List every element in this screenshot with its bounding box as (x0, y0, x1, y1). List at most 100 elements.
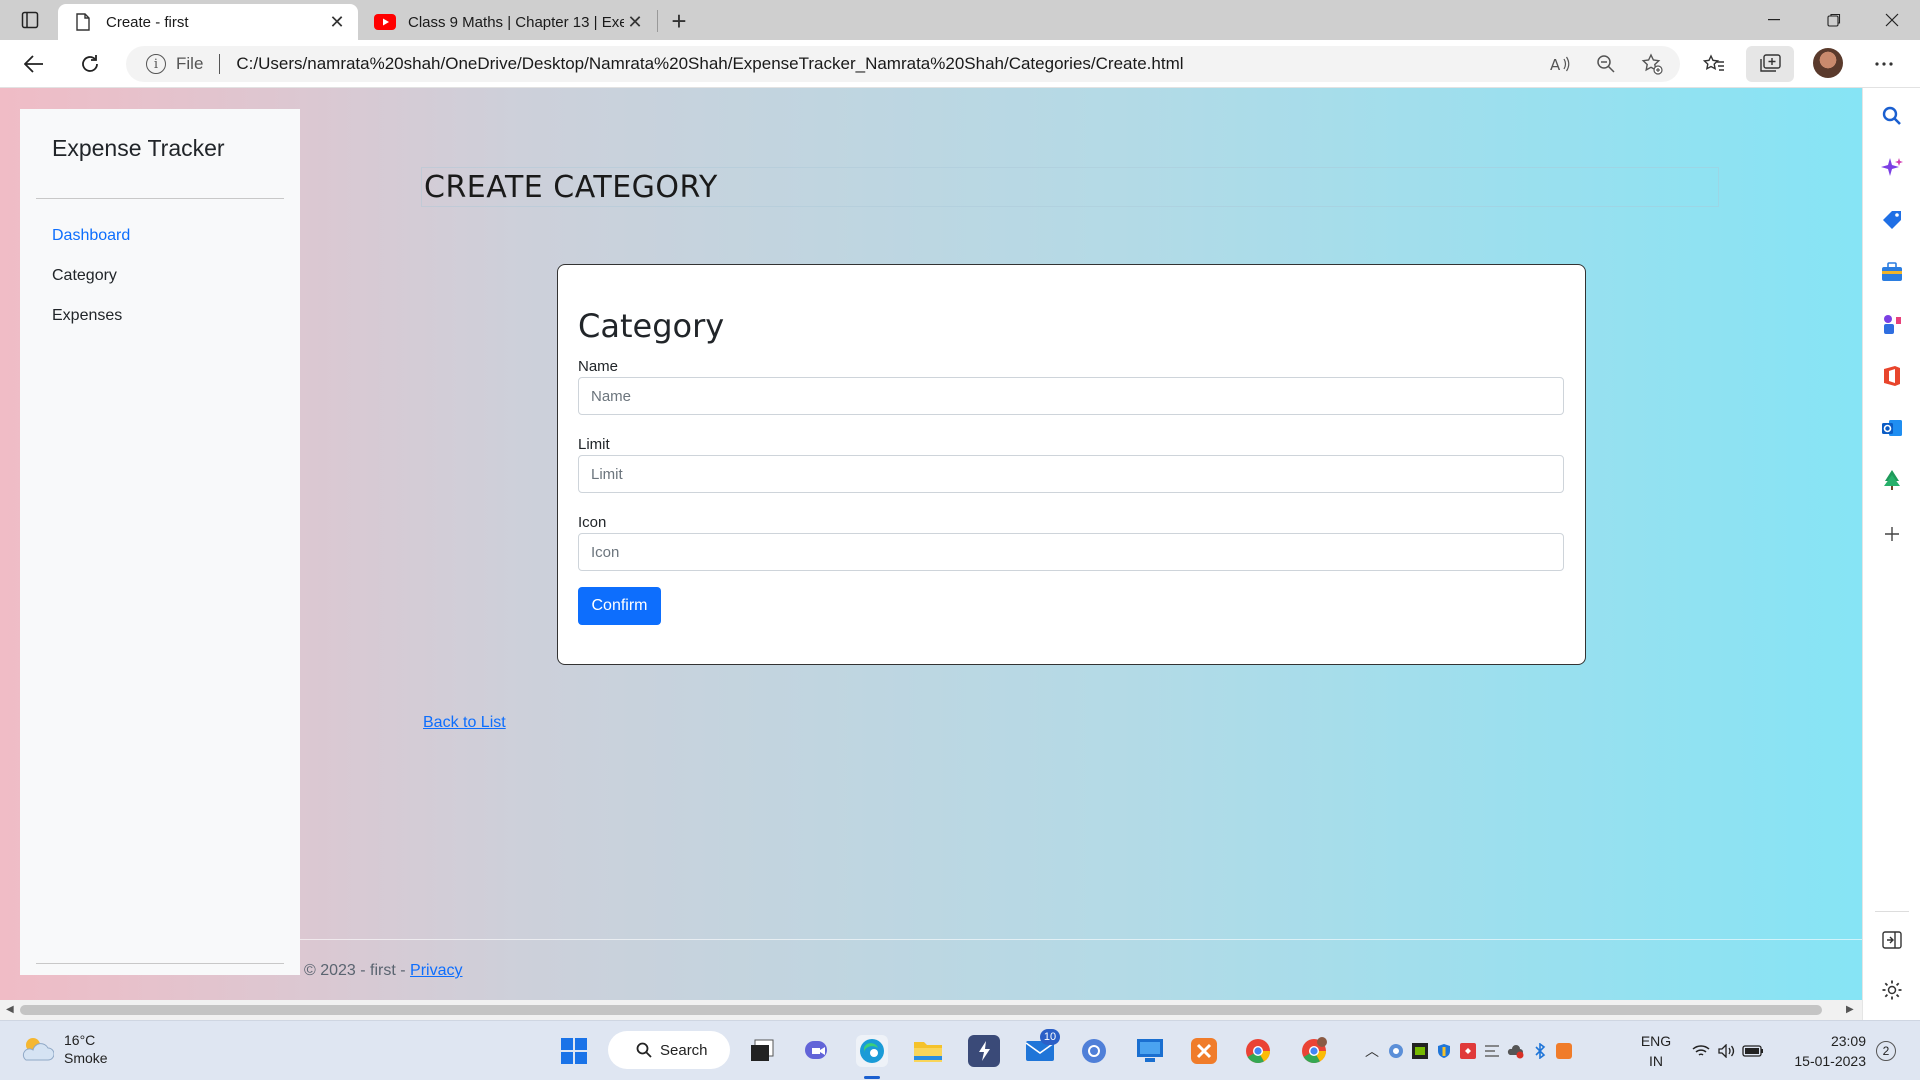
chrome-profile-icon[interactable] (1298, 1035, 1330, 1067)
confirm-button[interactable]: Confirm (578, 587, 661, 625)
tab-youtube[interactable]: Class 9 Maths | Chapter 13 | Exer ✕ (360, 4, 656, 40)
onedrive-error-icon[interactable] (1504, 1043, 1528, 1059)
chrome-icon[interactable] (1242, 1035, 1274, 1067)
tab-actions-icon[interactable] (14, 8, 46, 32)
chrome-canary-icon[interactable] (1078, 1035, 1110, 1067)
collections-icon[interactable] (1746, 46, 1794, 82)
games-icon[interactable] (1880, 312, 1904, 336)
address-divider (219, 54, 221, 74)
name-input[interactable] (578, 377, 1564, 415)
favorite-star-icon[interactable] (1636, 48, 1668, 80)
refresh-icon[interactable] (74, 48, 106, 80)
edge-browser-icon[interactable] (856, 1035, 888, 1067)
quick-settings[interactable] (1688, 1021, 1766, 1080)
close-tab-icon[interactable]: ✕ (624, 11, 646, 33)
favorites-list-icon[interactable] (1698, 48, 1730, 80)
weather-cloud-icon (22, 1038, 54, 1061)
sidebar-item-dashboard[interactable]: Dashboard (52, 225, 130, 265)
lang-line1: ENG (1640, 1033, 1672, 1049)
wifi-icon (1688, 1044, 1714, 1058)
scroll-left-icon[interactable]: ◀ (6, 1004, 14, 1015)
battery-icon (1740, 1045, 1766, 1057)
svg-text:A: A (1550, 56, 1561, 73)
notification-count[interactable]: 2 (1876, 1041, 1896, 1061)
tree-icon[interactable] (1880, 468, 1904, 492)
zoom-out-icon[interactable] (1590, 48, 1622, 80)
hide-sidebar-icon[interactable] (1880, 928, 1904, 952)
weather-desc: Smoke (64, 1050, 108, 1066)
icon-input[interactable] (578, 533, 1564, 571)
tab-create-first[interactable]: Create - first ✕ (58, 4, 358, 40)
tray-xampp-icon[interactable] (1552, 1043, 1576, 1059)
footer-divider (300, 939, 1862, 940)
copilot-sparkle-icon[interactable] (1880, 156, 1904, 180)
footer-copyright: © 2023 - first - (304, 962, 411, 979)
teams-chat-icon[interactable] (802, 1035, 834, 1067)
settings-gear-icon[interactable] (1880, 978, 1904, 1002)
tray-nvidia-icon[interactable] (1408, 1043, 1432, 1059)
start-windows-icon[interactable] (558, 1035, 590, 1067)
taskbar-search[interactable]: Search (608, 1031, 730, 1069)
tab-title: Create - first (106, 13, 189, 31)
new-tab-icon[interactable]: + (664, 6, 694, 36)
weather-widget[interactable]: 16°C Smoke (20, 1031, 108, 1067)
limit-input[interactable] (578, 455, 1564, 493)
tools-briefcase-icon[interactable] (1880, 260, 1904, 284)
search-icon[interactable] (1880, 104, 1904, 128)
outlook-icon[interactable] (1880, 416, 1904, 440)
back-arrow-icon[interactable] (18, 48, 50, 80)
weather-temp: 16°C (64, 1032, 96, 1048)
add-icon[interactable] (1880, 522, 1904, 546)
more-options-icon[interactable] (1868, 48, 1900, 80)
back-to-list-link[interactable]: Back to List (423, 714, 506, 732)
address-input[interactable]: i File C:/Users/namrata%20shah/OneDrive/… (126, 46, 1680, 82)
shopping-tag-icon[interactable] (1880, 208, 1904, 232)
footer: © 2023 - first - Privacy (304, 962, 463, 980)
app-brand[interactable]: Expense Tracker (52, 135, 225, 162)
document-icon (72, 11, 94, 33)
category-form-card: Category Name Limit Icon Confirm (557, 264, 1586, 665)
browser-tab-bar: Create - first ✕ Class 9 Maths | Chapter… (0, 0, 1920, 40)
file-explorer-icon[interactable] (912, 1035, 944, 1067)
profile-avatar[interactable] (1813, 48, 1843, 78)
close-tab-icon[interactable]: ✕ (326, 11, 348, 33)
scrollbar-thumb[interactable] (20, 1005, 1822, 1015)
restore-icon[interactable] (1806, 0, 1862, 40)
system-clock[interactable]: 23:09 15-01-2023 (1790, 1031, 1866, 1071)
app-sidebar: Expense Tracker Dashboard Category Expen… (20, 109, 300, 975)
tab-title: Class 9 Maths | Chapter 13 | Exer (408, 13, 624, 31)
read-aloud-icon[interactable]: A (1544, 48, 1576, 80)
page-header: CREATE CATEGORY (421, 167, 1719, 207)
tray-security-icon[interactable] (1432, 1043, 1456, 1059)
page-viewport: Expense Tracker Dashboard Category Expen… (0, 88, 1862, 1000)
site-info-icon[interactable]: i (146, 54, 166, 74)
horizontal-scrollbar[interactable]: ◀ ▶ (0, 1000, 1862, 1020)
icon-label: Icon (578, 514, 607, 531)
tray-list-icon[interactable] (1480, 1043, 1504, 1059)
xampp-icon[interactable] (1188, 1035, 1220, 1067)
clock-time: 23:09 (1830, 1033, 1866, 1049)
sidebar-nav: Dashboard Category Expenses (52, 225, 130, 345)
sidebar-divider (36, 198, 284, 199)
remote-desktop-icon[interactable] (1134, 1035, 1166, 1067)
sidebar-item-category[interactable]: Category (52, 265, 130, 305)
chevron-up-icon[interactable]: ︿ (1360, 1041, 1384, 1061)
close-window-icon[interactable] (1864, 0, 1920, 40)
tray-chrome-icon[interactable] (1384, 1043, 1408, 1059)
dev-app-icon[interactable] (968, 1035, 1000, 1067)
bluetooth-icon[interactable] (1528, 1043, 1552, 1059)
tray-app-icon[interactable] (1456, 1043, 1480, 1059)
page-title: CREATE CATEGORY (424, 170, 718, 205)
scroll-right-icon[interactable]: ▶ (1846, 1004, 1854, 1015)
tab-separator (657, 10, 658, 32)
task-view-icon[interactable] (746, 1035, 778, 1067)
youtube-icon (374, 11, 396, 33)
card-title: Category (578, 307, 725, 345)
minimize-icon[interactable] (1746, 0, 1802, 40)
sidebar-bottom-divider (36, 963, 284, 964)
sidebar-item-expenses[interactable]: Expenses (52, 305, 130, 345)
office-icon[interactable] (1880, 364, 1904, 388)
lang-line2: IN (1649, 1053, 1663, 1069)
input-language[interactable]: ENG IN (1636, 1031, 1676, 1071)
privacy-link[interactable]: Privacy (410, 962, 462, 979)
